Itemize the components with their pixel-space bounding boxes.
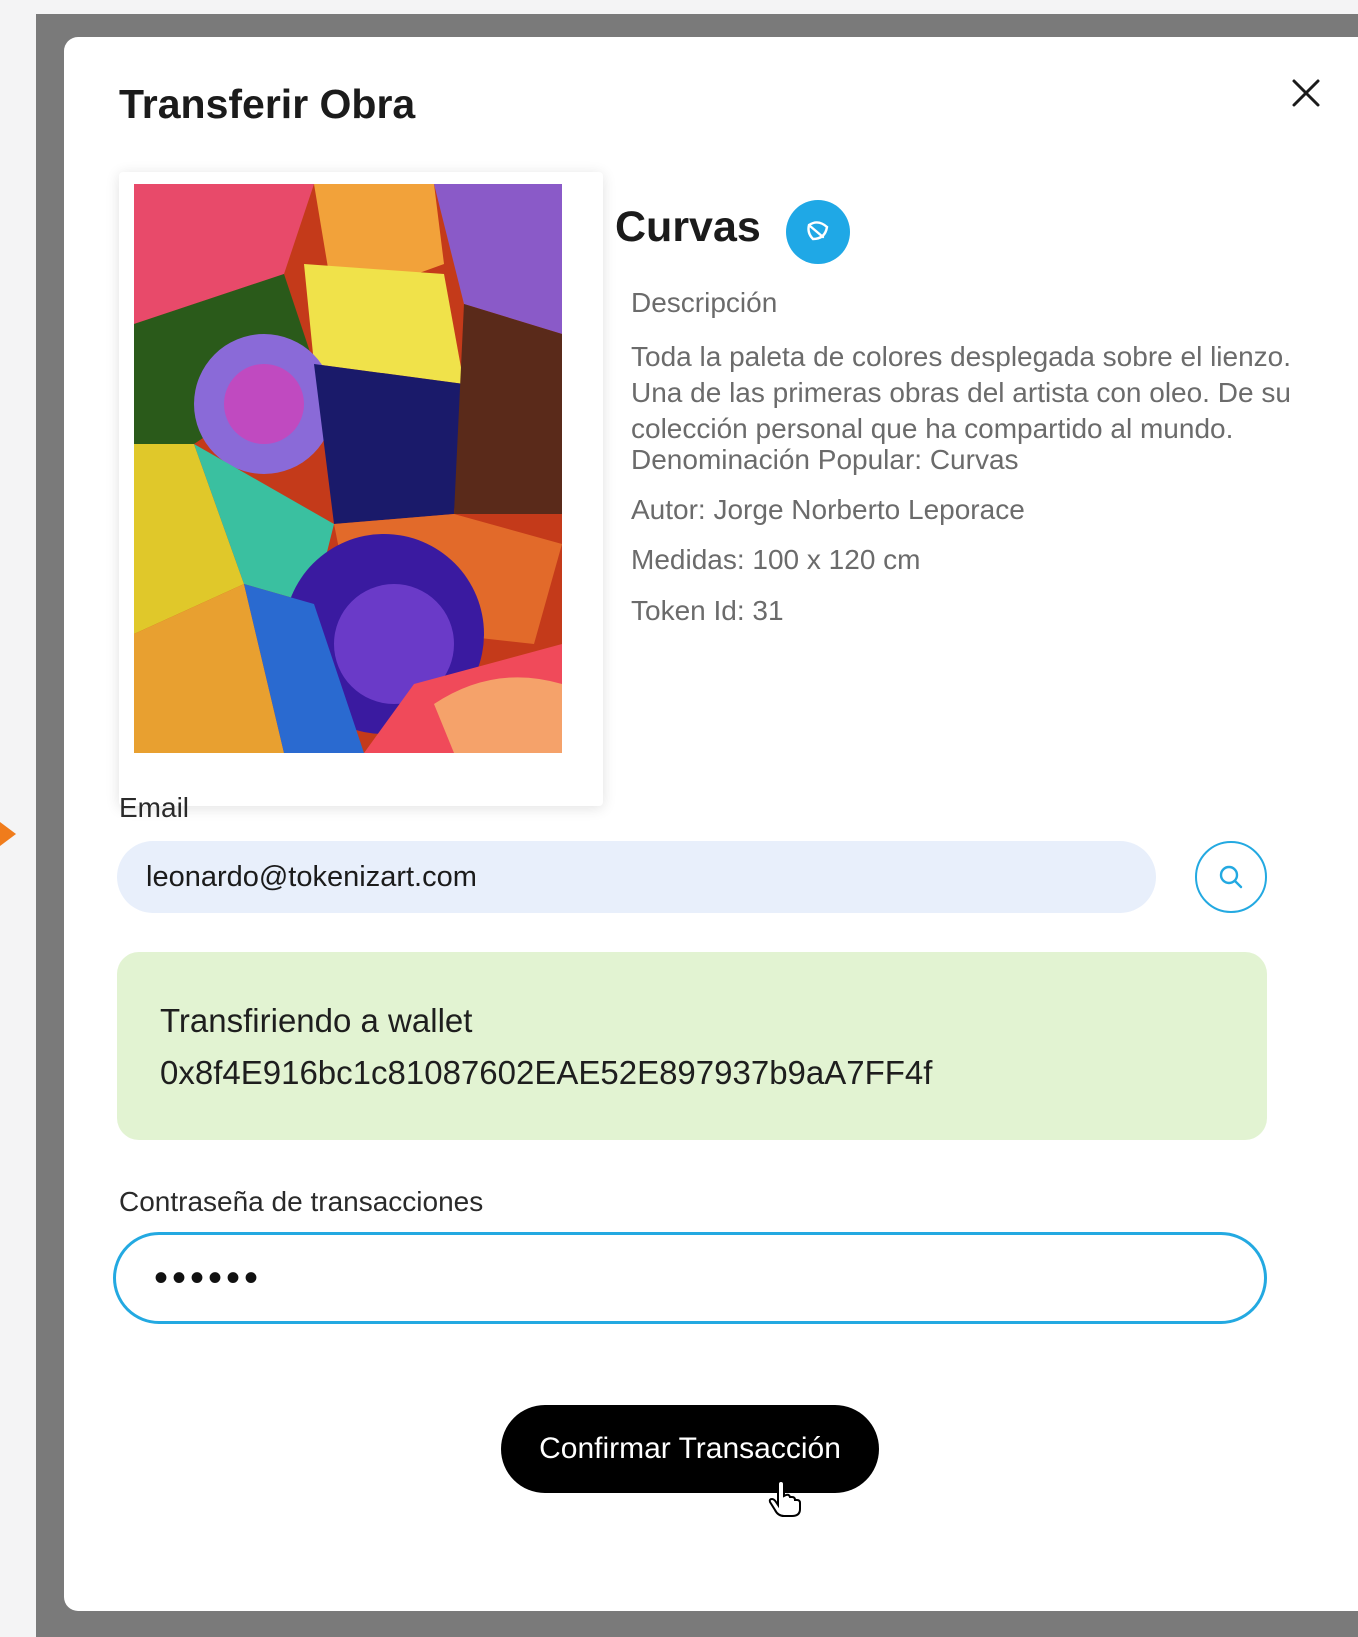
description-text: Toda la paleta de colores desplegada sob… [631,341,1292,444]
search-icon [1219,865,1243,889]
password-input[interactable] [113,1232,1267,1324]
hand-cursor-icon [768,1479,801,1517]
modal-title: Transferir Obra [119,81,416,127]
confirm-transaction-button[interactable]: Confirmar Transacción [501,1405,879,1493]
wallet-notice: Transfiriendo a wallet 0x8f4E916bc1c8108… [117,952,1267,1140]
artwork-title: Curvas [615,203,761,251]
artwork-badge [786,200,850,264]
transfer-modal: Transferir Obra Curvas Descripción Toda … [64,37,1358,1611]
artwork-image [134,184,582,778]
email-input[interactable] [117,841,1156,913]
artwork-card [119,172,603,806]
close-icon [1292,79,1320,107]
leaf-icon [807,221,829,241]
arrow-marker [0,822,16,846]
close-button[interactable] [1284,71,1328,115]
wallet-address: 0x8f4E916bc1c81087602EAE52E897937b9aA7FF… [160,1054,933,1091]
popular-name: Denominación Popular: Curvas [631,444,1019,475]
wallet-title: Transfiriendo a wallet [160,1002,473,1039]
email-label: Email [119,792,190,823]
author: Autor: Jorge Norberto Leporace [631,494,1025,525]
token-id: Token Id: 31 [631,595,784,626]
password-label: Contraseña de transacciones [119,1186,484,1217]
search-button[interactable] [1195,841,1267,913]
measures: Medidas: 100 x 120 cm [631,544,921,575]
description-label: Descripción [631,287,778,318]
